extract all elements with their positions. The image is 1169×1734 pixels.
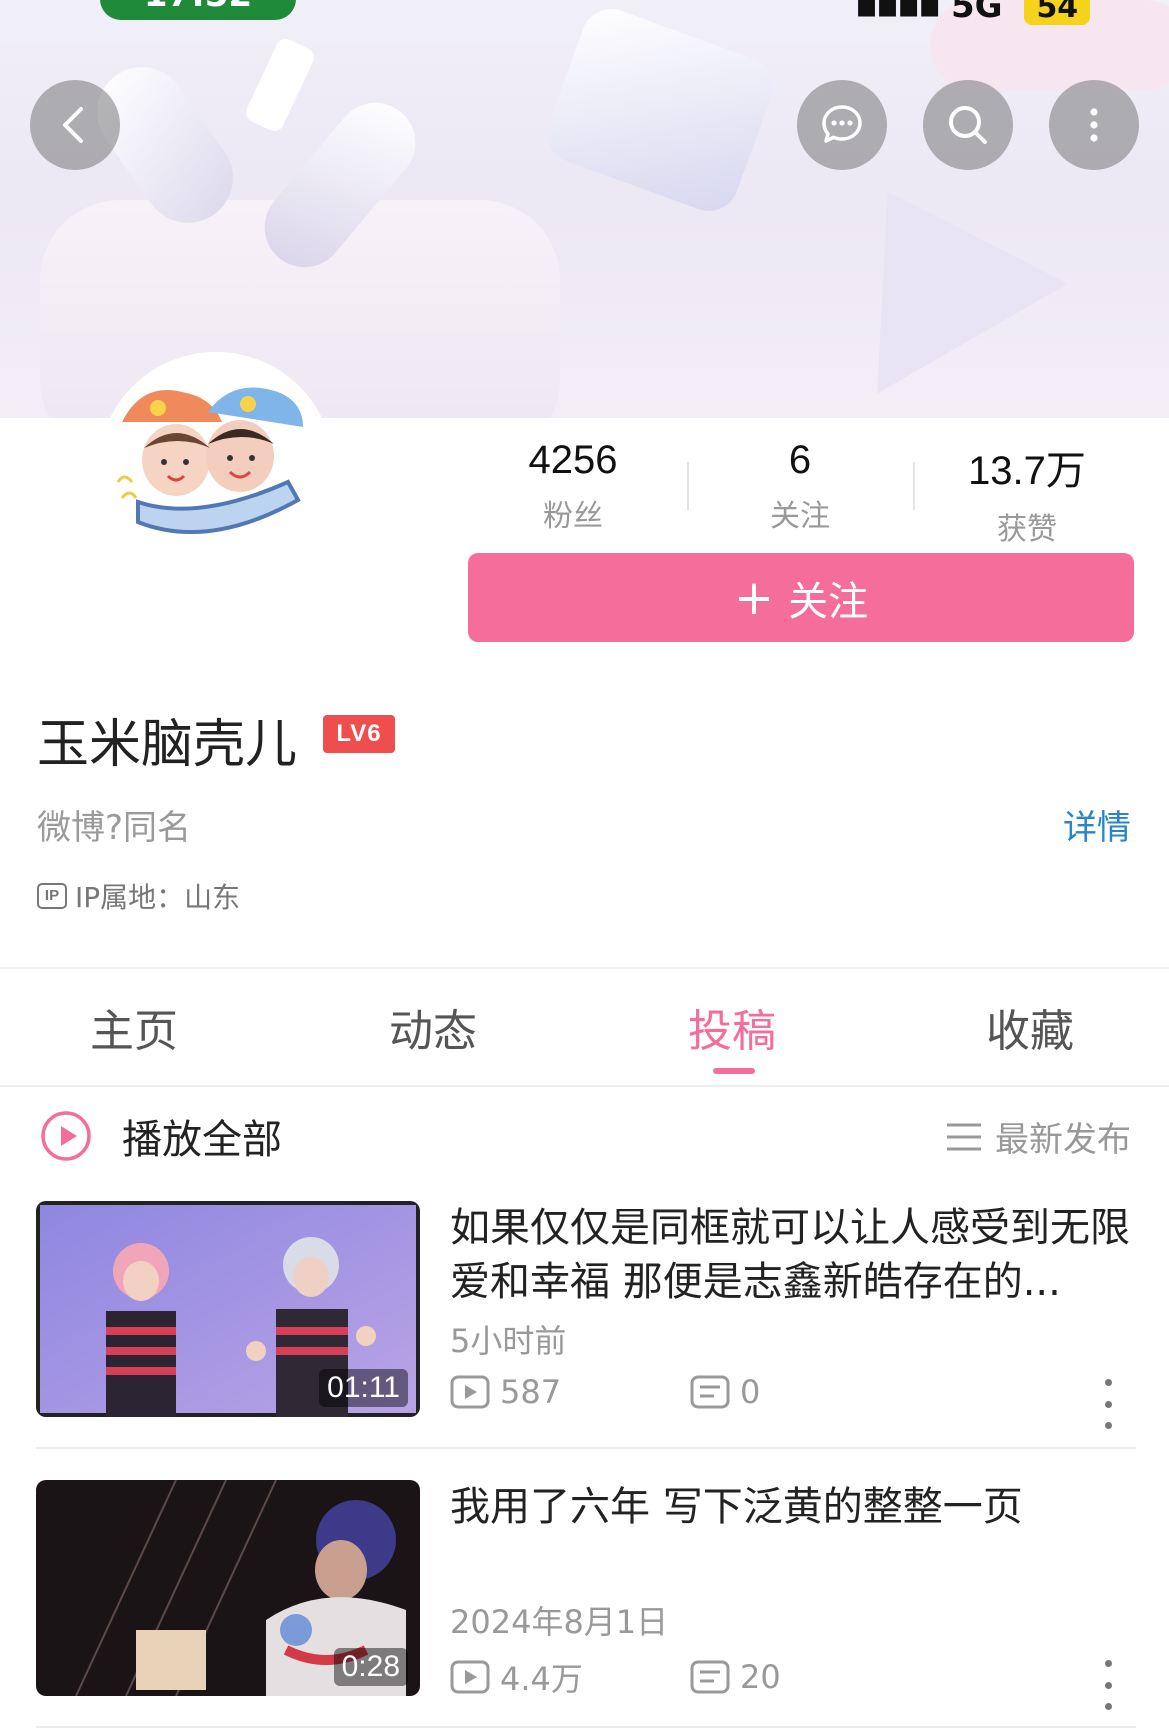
banner-decoration <box>538 0 782 220</box>
play-count-icon <box>450 1660 490 1694</box>
message-button[interactable] <box>797 80 887 170</box>
play-count: 587 <box>500 1373 562 1411</box>
profile-tabs: 主页 动态 投稿 收藏 <box>0 995 1169 1085</box>
video-time: 5小时前 <box>450 1322 567 1360</box>
video-item[interactable]: 0:28 我用了六年 写下泛黄的整整一页 2024年8月1日 4.4万 20 <box>36 1480 1136 1710</box>
stat-label: 关注 <box>770 499 830 534</box>
search-button[interactable] <box>923 80 1013 170</box>
play-count: 4.4万 <box>500 1660 583 1698</box>
comment-icon <box>690 1660 730 1694</box>
section-divider <box>0 967 1169 969</box>
stat-divider <box>687 462 689 510</box>
stat-label: 获赞 <box>997 512 1057 547</box>
username: 玉米脑壳儿 <box>37 715 298 775</box>
network-label: 5G <box>951 0 1003 26</box>
back-button[interactable] <box>30 80 120 170</box>
video-thumbnail[interactable]: 0:28 <box>36 1480 420 1696</box>
video-more-button[interactable] <box>1096 1379 1120 1429</box>
sort-label: 最新发布 <box>995 1120 1131 1160</box>
play-all-button[interactable]: 播放全部 <box>40 1107 282 1165</box>
level-badge: LV6 <box>323 715 395 753</box>
comment-stat: 20 <box>690 1658 781 1696</box>
plus-icon: + <box>733 569 775 626</box>
video-title[interactable]: 我用了六年 写下泛黄的整整一页 <box>450 1480 1150 1534</box>
list-divider <box>36 1726 1136 1728</box>
ip-location-text: IP属地：山东 <box>75 881 241 914</box>
follow-button[interactable]: + 关注 <box>468 553 1134 642</box>
video-more-button[interactable] <box>1096 1660 1120 1710</box>
list-divider <box>36 1447 1136 1449</box>
chat-bubble-icon <box>822 105 862 143</box>
battery-level: 54 <box>1024 0 1091 25</box>
play-count-icon <box>450 1375 490 1409</box>
comment-icon <box>690 1375 730 1409</box>
stat-label: 粉丝 <box>543 499 603 534</box>
stat-value: 13.7万 <box>968 449 1086 493</box>
ip-icon: IP <box>37 883 67 909</box>
banner-decoration <box>792 136 1068 394</box>
video-duration: 0:28 <box>333 1648 408 1686</box>
menu-lines-icon <box>947 1123 981 1150</box>
play-circle-icon <box>41 1111 91 1161</box>
video-duration: 01:11 <box>319 1369 408 1407</box>
dot <box>1104 1660 1112 1667</box>
tab-dynamics[interactable]: 动态 <box>389 995 477 1059</box>
active-tab-indicator <box>713 1068 755 1074</box>
play-all-label: 播放全部 <box>122 1117 282 1163</box>
status-time: 17:52 <box>100 0 296 20</box>
dot <box>1104 1400 1112 1408</box>
stat-divider <box>913 462 915 510</box>
dot <box>1104 1379 1112 1386</box>
more-vertical-icon <box>1090 108 1098 142</box>
profile-banner: 17:52 ▪▪▪▪ 5G 54 <box>0 0 1169 418</box>
follow-button-label: 关注 <box>788 578 869 625</box>
video-stats: 4.4万 20 <box>450 1654 781 1700</box>
status-indicators: ▪▪▪▪ 5G 54 <box>855 0 1091 26</box>
stat-value: 6 <box>788 438 812 482</box>
video-title[interactable]: 如果仅仅是同框就可以让人感受到无限爱和幸福 那便是志鑫新皓存在的... <box>450 1201 1150 1309</box>
dot <box>1104 1681 1112 1689</box>
stat-value: 4256 <box>528 438 618 482</box>
signal-icon: ▪▪▪▪ <box>855 0 941 26</box>
stat-followers[interactable]: 4256 粉丝 <box>473 438 673 535</box>
sort-button[interactable]: 最新发布 <box>945 1112 1131 1161</box>
detail-link[interactable]: 详情 <box>1063 800 1131 849</box>
chevron-left-icon <box>63 107 83 143</box>
video-thumbnail[interactable]: 01:11 <box>36 1201 420 1417</box>
video-stats: 587 0 <box>450 1373 760 1411</box>
comment-count: 0 <box>740 1373 761 1411</box>
tab-uploads[interactable]: 投稿 <box>688 995 776 1059</box>
banner-decoration <box>242 35 318 135</box>
search-icon <box>949 106 987 144</box>
profile-stats: 4256 粉丝 6 关注 13.7万 获赞 <box>0 438 1169 547</box>
dot <box>1104 1422 1112 1429</box>
tab-home[interactable]: 主页 <box>90 995 178 1059</box>
more-options-button[interactable] <box>1049 80 1139 170</box>
bio-text: 微博?同名 <box>37 808 192 848</box>
comment-count: 20 <box>740 1658 781 1696</box>
video-item[interactable]: 01:11 如果仅仅是同框就可以让人感受到无限爱和幸福 那便是志鑫新皓存在的..… <box>36 1201 1136 1431</box>
dot <box>1104 1703 1112 1710</box>
ip-location: IP IP属地：山东 <box>37 876 240 916</box>
stat-following[interactable]: 6 关注 <box>700 438 900 535</box>
tab-favorites[interactable]: 收藏 <box>986 995 1074 1059</box>
tabs-divider <box>0 1085 1169 1087</box>
comment-stat: 0 <box>690 1373 760 1411</box>
video-time: 2024年8月1日 <box>450 1603 669 1641</box>
stat-likes: 13.7万 获赞 <box>927 438 1127 548</box>
